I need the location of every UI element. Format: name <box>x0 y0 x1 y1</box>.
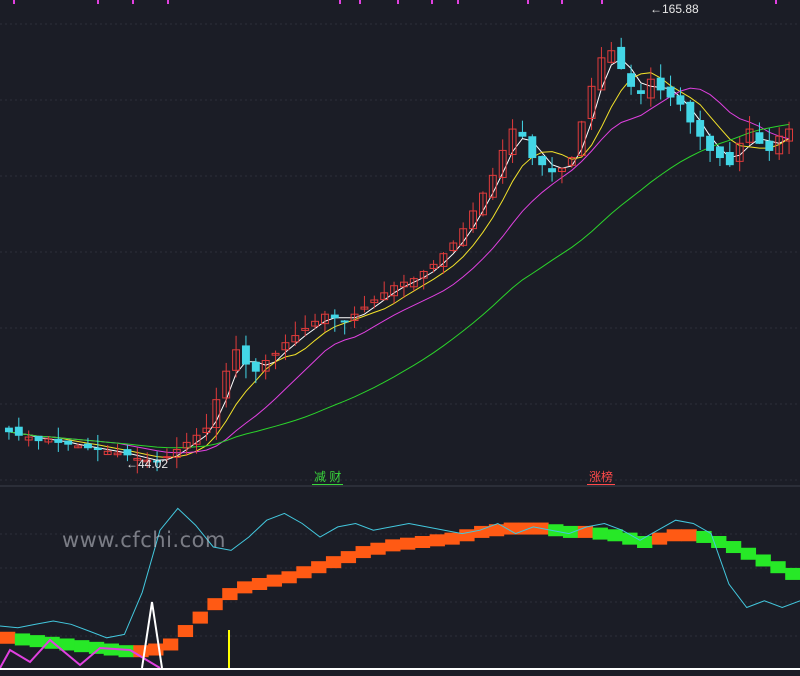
band-up-segment <box>237 581 253 594</box>
band-up-segment <box>370 542 386 555</box>
band-up-segment <box>459 529 475 542</box>
candle-down <box>765 140 774 151</box>
price-low-value: 44.02 <box>138 457 169 471</box>
band-down-segment <box>607 529 623 542</box>
candle-down <box>83 443 92 449</box>
candle-down <box>340 320 349 323</box>
band-up-segment <box>518 522 534 535</box>
band-down-segment <box>74 640 90 653</box>
sell-signal-label: 减 财 <box>312 470 344 485</box>
moving-averages <box>8 58 790 461</box>
candle-down <box>34 435 43 442</box>
candle-down <box>715 146 724 159</box>
price-high-value: 165.88 <box>662 2 699 16</box>
band-up-segment <box>148 643 164 656</box>
candle-down <box>14 426 23 436</box>
band-down-segment <box>592 527 608 540</box>
band-down-segment <box>740 547 757 560</box>
band-up-segment <box>666 529 682 542</box>
candle-down <box>251 361 260 372</box>
candle-down <box>528 136 537 159</box>
band-down-segment <box>14 633 31 646</box>
band-down-segment <box>711 536 727 548</box>
band-up-segment <box>162 638 179 651</box>
buy-signal-label: 涨榜 <box>587 470 616 485</box>
band-up-segment <box>429 534 445 547</box>
band-down-segment <box>562 525 579 538</box>
candle-down <box>666 86 675 98</box>
candle-down <box>64 440 73 445</box>
band-up-segment <box>222 588 238 601</box>
band-up-segment <box>444 532 460 545</box>
band-up-segment <box>0 631 16 644</box>
price-high-label: ←165.88 <box>650 2 699 16</box>
low-arrow-icon: ← <box>126 457 138 471</box>
band-up-segment <box>311 561 327 574</box>
band-up-segment <box>385 539 401 552</box>
band-down-segment <box>755 554 771 567</box>
band-up-segment <box>296 566 312 579</box>
high-arrow-icon: ← <box>650 2 662 16</box>
band-up-segment <box>355 546 371 559</box>
stock-chart <box>0 0 800 670</box>
candle-down <box>686 101 695 123</box>
band-up-segment <box>414 536 431 548</box>
ma-long-line <box>8 87 790 454</box>
band-up-segment <box>281 571 297 584</box>
band-up-segment <box>251 578 268 590</box>
band-up-segment <box>651 532 668 545</box>
band-down-segment <box>785 567 800 580</box>
candle-down <box>706 135 715 151</box>
ma-very-long-line <box>8 123 790 449</box>
candle-down <box>548 168 557 173</box>
band-up-segment <box>340 551 357 564</box>
candle-down <box>676 95 685 105</box>
band-up-segment <box>325 556 342 569</box>
band-up-segment <box>400 537 416 550</box>
candle-down <box>123 449 132 456</box>
candle-down <box>617 46 626 70</box>
candle-down <box>54 438 63 443</box>
candle-down <box>627 73 636 87</box>
band-up-segment <box>133 645 149 658</box>
watermark: www.cfchi.com <box>62 528 226 552</box>
ma-mid-line <box>8 72 790 459</box>
ma-short-line <box>8 58 790 461</box>
band-up-segment <box>207 598 223 611</box>
candlesticks <box>4 37 794 474</box>
candle-down <box>636 90 645 94</box>
candle-down <box>518 131 527 137</box>
candle-down <box>755 132 764 144</box>
band-down-segment <box>770 561 786 574</box>
candle-down <box>4 427 13 433</box>
candle-down <box>725 152 734 166</box>
band-down-segment <box>725 541 742 554</box>
candle-down <box>330 314 339 319</box>
candle-down <box>538 156 547 166</box>
candle-down <box>241 345 250 365</box>
candle-down <box>93 447 102 451</box>
price-low-label: ←44.02 <box>126 457 168 471</box>
band-up-segment <box>681 529 697 542</box>
candle-down <box>656 77 665 91</box>
band-down-segment <box>29 635 45 648</box>
band-up-segment <box>192 611 208 624</box>
band-up-segment <box>177 625 194 638</box>
candle-down <box>696 120 705 137</box>
band-up-segment <box>266 574 282 587</box>
